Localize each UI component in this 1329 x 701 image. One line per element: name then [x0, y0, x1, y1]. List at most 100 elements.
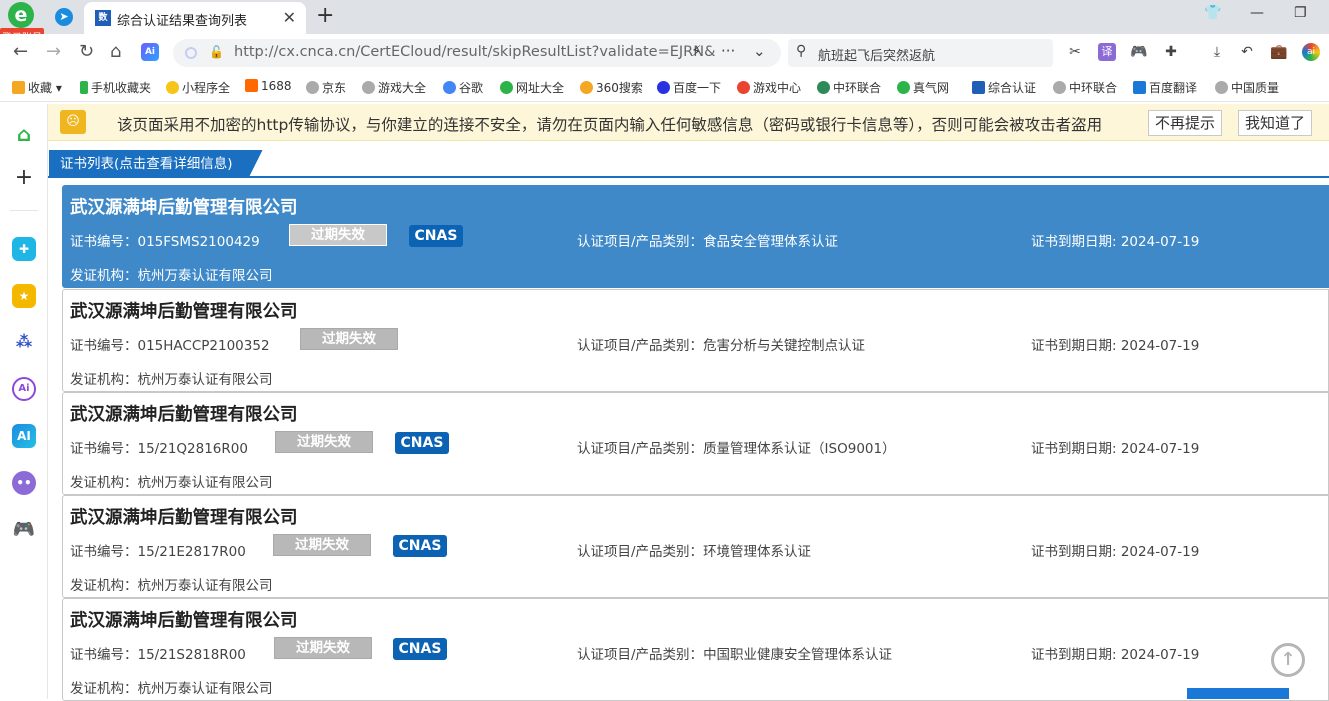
tool-plus-icon[interactable]: ✚	[12, 237, 36, 261]
minimize-icon[interactable]: —	[1250, 5, 1264, 21]
company-name[interactable]: 武汉源满坤后勤管理有限公司	[70, 607, 298, 632]
scissors-icon[interactable]: ✂	[1066, 43, 1084, 61]
cert-project: 认证项目/产品类别：环境管理体系认证	[577, 544, 812, 560]
address-toolbar: ← → ↻ ⌂ Ai 🔓 http://cx.cnca.cn/CertEClou…	[0, 34, 1329, 72]
cnas-badge: CNAS	[409, 225, 463, 247]
company-name[interactable]: 武汉源满坤后勤管理有限公司	[70, 401, 298, 426]
ai-assistant-icon[interactable]: Ai	[12, 377, 36, 401]
cert-card[interactable]: 武汉源满坤后勤管理有限公司 证书编号：015HACCP2100352 过期失效 …	[62, 289, 1329, 392]
warning-text: 该页面采用不加密的http传输协议，与你建立的连接不安全，请勿在页面内输入任何敏…	[117, 116, 1103, 134]
url-bar[interactable]: 🔓 http://cx.cnca.cn/CertECloud/result/sk…	[173, 39, 781, 67]
cert-card[interactable]: 武汉源满坤后勤管理有限公司 证书编号：15/21E2817R00 过期失效 CN…	[62, 495, 1329, 598]
insecure-warning-bar: ☹ 该页面采用不加密的http传输协议，与你建立的连接不安全，请勿在页面内输入任…	[48, 104, 1329, 141]
search-text[interactable]: 航班起飞后突然返航	[818, 45, 935, 64]
tab-close-icon[interactable]: ✕	[283, 8, 296, 27]
ai-app-icon[interactable]: AI	[12, 424, 36, 448]
cert-number: 证书编号：015HACCP2100352	[70, 338, 270, 354]
bookmark-item[interactable]: 手机收藏夹	[80, 79, 151, 96]
bookmark-item[interactable]: 百度一下	[657, 79, 721, 96]
extensions-icon[interactable]: ✚	[1162, 43, 1180, 61]
cert-expire-date: 证书到期日期: 2024-07-19	[1031, 441, 1200, 457]
bookmark-item[interactable]: 网址大全	[500, 79, 564, 96]
game-icon[interactable]: 🎮	[1130, 43, 1148, 61]
download-icon[interactable]: ⤓	[1208, 43, 1226, 61]
insecure-lock-icon[interactable]: 🔓	[209, 45, 224, 59]
new-tab-icon[interactable]: +	[316, 3, 334, 28]
cnas-badge: CNAS	[395, 432, 449, 454]
bookmark-item[interactable]: 综合认证	[972, 79, 1036, 96]
company-name[interactable]: 武汉源满坤后勤管理有限公司	[70, 194, 298, 219]
floating-action-button[interactable]	[1187, 688, 1289, 699]
game-center-icon	[737, 81, 750, 94]
company-name[interactable]: 武汉源满坤后勤管理有限公司	[70, 504, 298, 529]
cert-number: 证书编号：015FSMS2100429	[70, 234, 260, 250]
1688-icon	[245, 79, 258, 92]
lightning-icon[interactable]: ⚡	[691, 42, 702, 60]
bookmark-item[interactable]: 360搜索	[580, 79, 643, 96]
bookmarks-bar: 收藏 ▾ 手机收藏夹 小程序全 1688 京东 游戏大全 谷歌 网址大全 360…	[0, 72, 1329, 102]
undo-icon[interactable]: ↶	[1238, 43, 1256, 61]
favorites-star-icon[interactable]: ★	[12, 284, 36, 308]
more-dots-icon[interactable]: ···	[721, 42, 735, 60]
search-box[interactable]: ⚲ 航班起飞后突然返航	[788, 39, 1053, 67]
web-directory-icon	[500, 81, 513, 94]
bookmark-item[interactable]: 中环联合	[817, 79, 881, 96]
add-icon[interactable]: +	[12, 166, 36, 190]
bookmark-item[interactable]: 京东	[306, 79, 346, 96]
site-info-icon[interactable]	[185, 47, 197, 59]
cert-issuer: 发证机构：杭州万泰认证有限公司	[70, 578, 273, 594]
back-icon[interactable]: ←	[13, 41, 28, 62]
cert-number: 证书编号：15/21S2818R00	[70, 647, 246, 663]
bookmark-favorites[interactable]: 收藏 ▾	[12, 79, 62, 96]
air-quality-icon	[897, 81, 910, 94]
bookmark-item[interactable]: 谷歌	[443, 79, 483, 96]
section-title: 证书列表(点击查看详细信息)	[49, 150, 263, 178]
bookmark-item[interactable]: 游戏大全	[362, 79, 426, 96]
tab-bar: e 登录账号 ➤ 数 综合认证结果查询列表 ✕ + 👕 — ❐	[0, 0, 1329, 45]
cert-card[interactable]: 武汉源满坤后勤管理有限公司 证书编号：15/21Q2816R00 过期失效 CN…	[62, 392, 1329, 495]
status-badge: 过期失效	[273, 534, 371, 556]
cert-site-icon	[972, 81, 985, 94]
translate-icon[interactable]: 译	[1098, 43, 1116, 61]
bookmark-item[interactable]: 中环联合	[1053, 79, 1117, 96]
tab-active[interactable]: 数 综合认证结果查询列表 ✕	[84, 2, 306, 34]
globe-icon	[1215, 81, 1228, 94]
home-icon[interactable]: ⌂	[110, 41, 121, 62]
shirt-icon[interactable]: 👕	[1204, 5, 1221, 21]
baidu-translate-icon	[1133, 81, 1146, 94]
tab-favicon-icon: 数	[95, 10, 111, 26]
restore-icon[interactable]: ❐	[1294, 5, 1307, 21]
phone-icon	[80, 81, 88, 94]
bookmark-item[interactable]: 中国质量	[1215, 79, 1279, 96]
bookmark-item[interactable]: 小程序全	[166, 79, 230, 96]
bookmark-item[interactable]: 百度翻译	[1133, 79, 1197, 96]
cert-project: 认证项目/产品类别：质量管理体系认证（ISO9001）	[577, 441, 896, 457]
home-icon[interactable]: ⌂	[12, 122, 36, 146]
forward-icon[interactable]: →	[46, 41, 61, 62]
ai-icon[interactable]: Ai	[141, 43, 159, 61]
browser-e-icon: e	[8, 2, 34, 28]
network-nodes-icon[interactable]: ⁂	[12, 330, 36, 354]
chevron-down-icon[interactable]: ⌄	[753, 42, 766, 60]
send-icon[interactable]: ➤	[55, 8, 73, 26]
globe-icon	[1053, 81, 1066, 94]
chat-bot-icon[interactable]: ••	[12, 471, 36, 495]
url-text[interactable]: http://cx.cnca.cn/CertECloud/result/skip…	[234, 44, 715, 60]
dismiss-warning-button[interactable]: 不再提示	[1148, 110, 1223, 136]
cert-card[interactable]: 武汉源满坤后勤管理有限公司 证书编号：015FSMS2100429 过期失效 C…	[62, 185, 1329, 288]
back-to-top-icon[interactable]: ↑	[1271, 643, 1305, 677]
status-badge: 过期失效	[275, 431, 373, 453]
cert-expire-date: 证书到期日期: 2024-07-19	[1031, 544, 1200, 560]
bookmark-item[interactable]: 游戏中心	[737, 79, 801, 96]
gamepad-icon[interactable]: 🎮	[12, 518, 36, 542]
warning-face-icon: ☹	[60, 110, 86, 134]
profile-ring-icon[interactable]: ai	[1302, 43, 1320, 61]
company-name[interactable]: 武汉源满坤后勤管理有限公司	[70, 298, 298, 323]
bookmark-item[interactable]: 真气网	[897, 79, 949, 96]
globe-icon	[362, 81, 375, 94]
cert-card[interactable]: 武汉源满坤后勤管理有限公司 证书编号：15/21S2818R00 过期失效 CN…	[62, 598, 1329, 701]
briefcase-icon[interactable]: 💼	[1270, 43, 1288, 61]
reload-icon[interactable]: ↻	[79, 41, 94, 62]
acknowledge-warning-button[interactable]: 我知道了	[1238, 110, 1313, 136]
bookmark-item[interactable]: 1688	[245, 79, 292, 93]
